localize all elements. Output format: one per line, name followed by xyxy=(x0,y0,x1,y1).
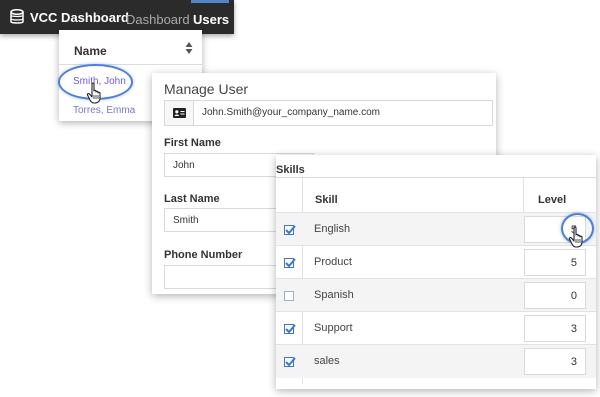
skill-name: sales xyxy=(314,355,340,367)
skill-name: Spanish xyxy=(314,289,354,301)
skills-panel: Skills Skill Level English 5 Product 5 S… xyxy=(276,155,596,389)
id-card-icon xyxy=(173,108,186,118)
name-column-header[interactable]: Name xyxy=(74,44,107,58)
skill-checkbox-product[interactable] xyxy=(284,258,296,268)
checkmark-icon xyxy=(285,225,296,235)
nav-link-users[interactable]: Users xyxy=(193,0,229,34)
checkmark-icon xyxy=(285,324,296,334)
table-row: English 5 xyxy=(276,212,596,246)
level-column-header: Level xyxy=(538,194,567,206)
brand-title: VCC Dashboard xyxy=(30,9,129,25)
skill-checkbox-english[interactable] xyxy=(284,225,296,235)
manage-user-title: Manage User xyxy=(164,81,249,97)
brand[interactable]: VCC Dashboard xyxy=(10,0,129,34)
email-icon-addon xyxy=(165,101,194,125)
skills-table: Skill Level English 5 Product 5 Spanish … xyxy=(276,177,596,384)
table-row: Product 5 xyxy=(276,245,596,279)
checkmark-icon xyxy=(285,258,296,268)
level-input-spanish[interactable]: 0 xyxy=(524,282,586,309)
email-value: John.Smith@your_company_name.com xyxy=(202,107,381,118)
level-input-sales[interactable]: 3 xyxy=(524,348,586,375)
table-row: Support 3 xyxy=(276,311,596,345)
database-icon xyxy=(10,9,24,24)
checkmark-icon xyxy=(285,357,296,367)
hand-cursor-icon xyxy=(86,82,101,104)
first-name-label: First Name xyxy=(164,137,221,149)
sort-icon[interactable] xyxy=(185,41,193,55)
user-row-torres-emma[interactable]: Torres, Emma xyxy=(73,105,135,116)
skill-checkbox-spanish[interactable] xyxy=(284,291,294,301)
nav-link-dashboard[interactable]: Dashboard xyxy=(126,0,190,34)
table-row: sales 3 xyxy=(276,344,596,378)
table-row: Spanish 0 xyxy=(276,278,596,312)
skill-column-header: Skill xyxy=(315,194,338,206)
skill-checkbox-sales[interactable] xyxy=(284,357,296,367)
level-input-product[interactable]: 5 xyxy=(524,249,586,276)
phone-number-label: Phone Number xyxy=(164,249,243,261)
skill-name: English xyxy=(314,223,351,235)
skill-checkbox-support[interactable] xyxy=(284,324,296,334)
level-column-divider xyxy=(523,178,524,212)
skills-title: Skills xyxy=(276,164,305,176)
hand-cursor-icon xyxy=(568,226,583,248)
last-name-label: Last Name xyxy=(164,193,220,205)
email-field[interactable]: John.Smith@your_company_name.com xyxy=(164,100,493,126)
skill-name: Support xyxy=(314,322,353,334)
top-nav-bar: VCC Dashboard Dashboard Users xyxy=(0,0,234,34)
skill-name: Product xyxy=(314,256,352,268)
level-input-support[interactable]: 3 xyxy=(524,315,586,342)
